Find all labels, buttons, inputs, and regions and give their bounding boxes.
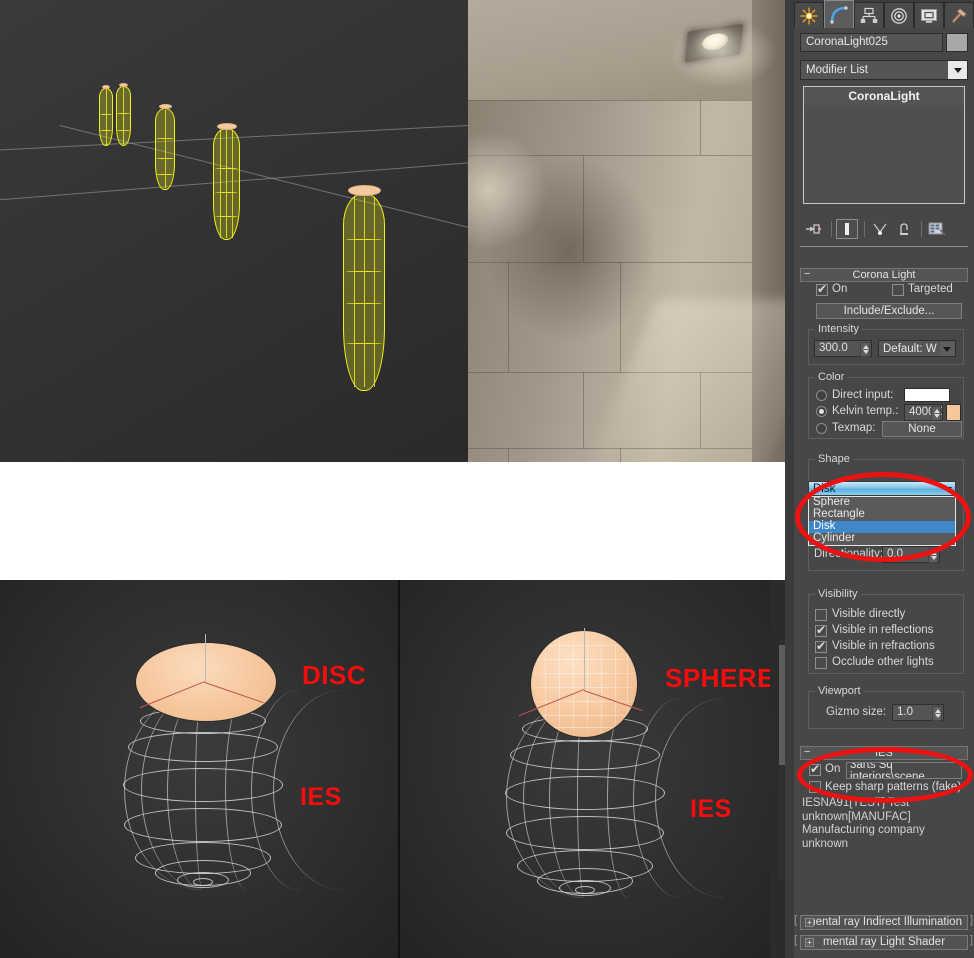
ies-label-right: IES	[690, 795, 732, 823]
texmap-label: Texmap:	[832, 422, 876, 434]
kelvin-color-swatch[interactable]	[946, 404, 961, 421]
color-group-label: Color	[815, 371, 848, 383]
annotation-ellipse-ies	[797, 747, 973, 803]
show-end-result-icon[interactable]	[836, 219, 858, 239]
visibility-group-label: Visibility	[815, 588, 861, 600]
light-gizmo-selected[interactable]	[343, 185, 385, 391]
target-circles-icon	[891, 7, 907, 24]
bracket-right: ]	[970, 914, 974, 926]
perspective-viewport[interactable]	[0, 0, 468, 462]
corona-light-rollout-header[interactable]: − Corona Light	[800, 268, 968, 282]
visible-reflections-checkbox[interactable]	[815, 623, 827, 637]
visible-refractions-label: Visible in refractions	[832, 640, 935, 652]
targeted-checkbox[interactable]	[892, 284, 904, 296]
intensity-group-label: Intensity	[815, 323, 862, 335]
direct-input-radio[interactable]	[816, 390, 827, 401]
hammer-icon	[952, 7, 967, 23]
white-separator-band	[0, 462, 785, 580]
curve-arc-icon	[830, 6, 848, 23]
occlude-other-lights-checkbox[interactable]	[815, 657, 827, 669]
include-exclude-button[interactable]: Include/Exclude...	[816, 303, 962, 319]
ies-label-left: IES	[300, 783, 342, 811]
light-gizmo[interactable]	[155, 104, 175, 190]
mental-ray-light-shader-label: mental ray Light Shader	[822, 936, 946, 948]
configure-modifier-sets-icon[interactable]	[926, 219, 948, 239]
rendered-image-viewport[interactable]	[468, 0, 785, 462]
collapse-icon: −	[804, 268, 811, 280]
ies-info-text: IESNA91[TEST] Test unknown[MANUFAC] Manu…	[802, 797, 966, 907]
light-gizmo[interactable]	[213, 123, 240, 240]
visible-directly-label: Visible directly	[832, 608, 906, 620]
modifier-list-dropdown[interactable]: Modifier List	[800, 60, 968, 80]
modifier-stack[interactable]: CoronaLight	[803, 86, 965, 204]
stack-item-coronalight[interactable]: CoronaLight	[804, 87, 964, 105]
intensity-spinner[interactable]	[860, 342, 870, 357]
utilities-tab[interactable]	[944, 2, 974, 28]
expand-icon: +	[805, 938, 814, 947]
hierarchy-icon	[860, 7, 878, 23]
disc-example-viewport[interactable]: DISC IES	[0, 580, 398, 958]
modifier-list-label: Modifier List	[806, 64, 868, 76]
hierarchy-tab[interactable]	[854, 2, 884, 28]
object-color-swatch[interactable]	[946, 33, 968, 52]
gizmo-size-field[interactable]: 1.0	[892, 704, 944, 721]
gizmo-size-label: Gizmo size:	[826, 706, 887, 718]
create-tab[interactable]	[794, 2, 824, 28]
direct-input-label: Direct input:	[832, 389, 894, 401]
visible-reflections-label: Visible in reflections	[832, 624, 934, 636]
sphere-label: SPHERE	[665, 663, 775, 693]
bracket-left: [	[794, 914, 798, 926]
visible-directly-checkbox[interactable]	[815, 609, 827, 621]
monitor-icon	[921, 8, 937, 23]
on-label: On	[832, 283, 848, 295]
chevron-down-icon[interactable]	[940, 342, 954, 356]
kelvin-label: Kelvin temp.:	[832, 405, 899, 417]
light-gizmo[interactable]	[116, 83, 131, 146]
mental-ray-light-shader-rollout[interactable]: + mental ray Light Shader	[800, 935, 968, 950]
mental-ray-indirect-illumination-label: mental ray Indirect Illumination	[806, 916, 962, 928]
ies-info-line: unknown	[802, 837, 849, 850]
shape-group-label: Shape	[815, 453, 853, 465]
expand-icon: +	[805, 918, 814, 927]
bracket-left: [	[794, 934, 798, 946]
on-checkbox[interactable]	[816, 282, 828, 296]
ies-info-line: unknown[MANUFAC]	[802, 810, 911, 823]
intensity-unit-dropdown[interactable]: Default: W	[878, 340, 956, 357]
disc-label: DISC	[302, 660, 367, 690]
direct-input-color-swatch[interactable]	[904, 388, 950, 402]
make-unique-icon[interactable]	[869, 219, 891, 239]
intensity-value-field[interactable]: 300.0	[814, 340, 872, 357]
annotation-ellipse-shape	[795, 472, 971, 562]
light-gizmo[interactable]	[99, 85, 113, 146]
kelvin-value-field[interactable]: 4000.0	[904, 404, 943, 421]
rendered-interior-image	[468, 0, 785, 462]
display-tab[interactable]	[914, 2, 944, 28]
chevron-down-icon[interactable]	[948, 61, 967, 79]
remove-modifier-icon[interactable]	[893, 219, 915, 239]
collapse-icon: −	[804, 746, 811, 758]
kelvin-spinner[interactable]	[931, 406, 941, 420]
object-name-field[interactable]: CoronaLight025	[800, 33, 943, 52]
ies-info-line: Manufacturing company	[802, 824, 925, 836]
targeted-label: Targeted	[908, 283, 953, 295]
gizmo-size-spinner[interactable]	[932, 706, 942, 721]
modifier-stack-toolbar	[803, 216, 965, 242]
corona-light-rollout-title: Corona Light	[852, 269, 916, 281]
mental-ray-indirect-illumination-rollout[interactable]: + mental ray Indirect Illumination	[800, 915, 968, 930]
sphere-example-viewport[interactable]: SPHERE IES	[400, 580, 785, 958]
pin-stack-icon[interactable]	[803, 219, 825, 239]
occlude-other-lights-label: Occlude other lights	[832, 656, 934, 668]
star-burst-icon	[800, 7, 818, 24]
texmap-button[interactable]: None	[882, 421, 962, 437]
bracket-right: ]	[970, 934, 974, 946]
motion-tab[interactable]	[884, 2, 914, 28]
viewport-group-label: Viewport	[815, 685, 864, 697]
divider	[800, 246, 968, 247]
command-panel-tabstrip	[794, 0, 974, 28]
modify-tab[interactable]	[824, 0, 854, 28]
kelvin-radio[interactable]	[816, 406, 827, 417]
texmap-radio[interactable]	[816, 423, 827, 434]
visible-refractions-checkbox[interactable]	[815, 639, 827, 653]
